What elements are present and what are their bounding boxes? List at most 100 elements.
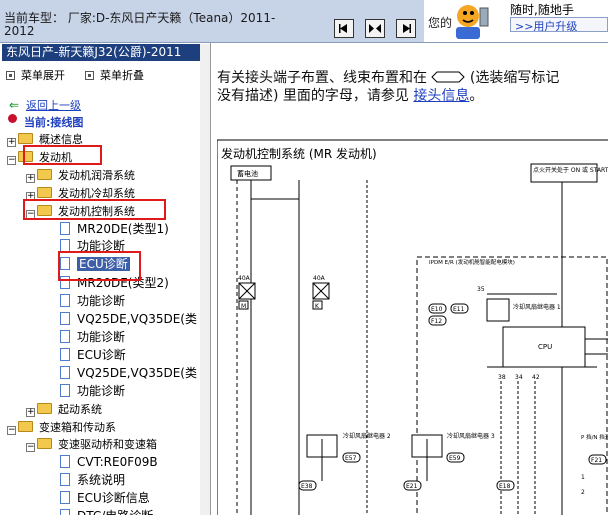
- mascot-icon: [456, 5, 489, 39]
- relay-3-label: 冷却风扇继电器 3: [447, 432, 495, 440]
- tree-item[interactable]: ECU诊断信息: [60, 490, 150, 507]
- tree-item-label: 变速箱和传动系: [39, 420, 116, 434]
- tree-item-label: CVT:RE0F09B: [77, 455, 158, 470]
- tree-item-label: ECU诊断: [77, 347, 126, 362]
- fuse-m-id: M: [241, 303, 246, 310]
- tree-item[interactable]: VQ25DE,VQ35DE(类: [60, 311, 197, 328]
- tree-item-label: 发动机润滑系统: [58, 168, 135, 182]
- info-text-end: 。: [469, 88, 484, 104]
- ignition-switch-label: 点火开关处于 ON 或 START 位置: [533, 166, 608, 174]
- expand-toggle-icon[interactable]: +: [26, 173, 35, 183]
- relay-3-text: 冷却风扇继电器 3: [447, 432, 495, 440]
- tree-item-label: 功能诊断: [77, 330, 126, 344]
- collapse-toggle-icon[interactable]: −: [26, 443, 35, 453]
- tree-item[interactable]: 功能诊断: [60, 329, 125, 346]
- vehicle-title: 东风日产-新天籁J32(公爵)-2011: [2, 44, 206, 61]
- tree-item[interactable]: VQ25DE,VQ35DE(类: [60, 365, 197, 382]
- document-icon: [60, 312, 70, 326]
- collapse-menu-button[interactable]: 菜单折叠: [85, 67, 144, 82]
- play-right-icon: [403, 24, 411, 33]
- expand-icon: [6, 71, 15, 80]
- tree-item[interactable]: ECU诊断: [60, 347, 126, 364]
- tree-item[interactable]: 功能诊断: [60, 293, 125, 310]
- tree-item[interactable]: DTC/电路诊断: [60, 508, 153, 515]
- document-icon: [60, 365, 70, 379]
- connector-info-link[interactable]: 接头信息: [413, 88, 469, 104]
- left-scrollbar[interactable]: [200, 44, 210, 515]
- back-up-link[interactable]: ⇐ 返回上一级: [9, 97, 81, 113]
- tree-item[interactable]: CVT:RE0F09B: [60, 454, 158, 471]
- back-arrow-icon: ⇐: [9, 98, 20, 112]
- collapse-toggle-icon[interactable]: −: [7, 425, 16, 435]
- tree-item[interactable]: 功能诊断: [60, 383, 125, 400]
- tree-item-label: MR20DE(类型1): [77, 221, 169, 236]
- tree-item[interactable]: − 变速驱动桥和变速箱: [26, 436, 157, 453]
- connector-e38-label: E38: [301, 483, 313, 490]
- ignition-switch-text: 点火开关处于 ON 或 START 位置: [533, 166, 608, 174]
- pin-35-label: 35: [477, 286, 485, 293]
- connector-f21-label: F21: [591, 457, 602, 464]
- expand-toggle-icon[interactable]: +: [7, 138, 16, 147]
- ipdm-label: IPDM E/R (发动机舱智能配电模块): [429, 258, 515, 266]
- tree-item-label: 变速驱动桥和变速箱: [58, 438, 157, 452]
- connector-e10-label: E10: [431, 306, 443, 313]
- folder-icon: [37, 402, 52, 414]
- relay-1-symbol: [486, 298, 510, 322]
- pn-switch-text: P 挡/N 挡开关: [581, 433, 608, 441]
- pin-38: 38: [498, 374, 506, 381]
- highlight-box-engine: [23, 145, 102, 165]
- current-location: 当前:接线图: [8, 114, 84, 130]
- relay-1-text: 冷却风扇继电器 1: [513, 303, 561, 311]
- user-upgrade-link[interactable]: >>用户升级: [510, 17, 608, 32]
- collapse-toggle-icon[interactable]: −: [7, 155, 16, 165]
- connector-e59-label: E59: [449, 455, 461, 462]
- collapse-menu-label: 菜单折叠: [100, 69, 144, 82]
- tree-item[interactable]: + 起动系统: [26, 401, 102, 418]
- folder-icon: [37, 438, 52, 450]
- document-icon: [60, 491, 70, 505]
- tree-item-label: 发动机冷却系统: [58, 186, 135, 200]
- tree-item[interactable]: MR20DE(类型1): [60, 221, 169, 238]
- current-car-model: 当前车型： 厂家:D-东风日产天籁（Teana）2011-2012: [4, 11, 276, 38]
- document-icon: [60, 509, 70, 515]
- fuse-k-rating: 40A: [313, 275, 326, 282]
- tree-item[interactable]: 系统说明: [60, 472, 125, 489]
- highlight-box-engine-control: [23, 199, 166, 220]
- connector-e18-label: E18: [499, 483, 511, 490]
- nav-forward-button[interactable]: [396, 19, 416, 38]
- tree-item[interactable]: + 发动机润滑系统: [26, 167, 135, 184]
- relay-1-label: 冷却风扇继电器 1: [513, 303, 561, 311]
- location-pin-icon: [8, 114, 17, 123]
- expand-menu-button[interactable]: 菜单展开: [6, 67, 65, 82]
- highlight-box-ecu: [58, 251, 141, 281]
- advertisement-banner[interactable]: 您的 随时,随地手 >>用户升级: [424, 0, 608, 42]
- current-location-label: 当前:接线图: [24, 116, 84, 129]
- document-icon: [60, 294, 70, 308]
- tree-item-label: 功能诊断: [77, 294, 126, 309]
- fuse-m-rating: 40A: [238, 275, 251, 282]
- left-navigation-panel: 东风日产-新天籁J32(公爵)-2011 菜单展开 菜单折叠 ⇐ 返回上一级 当…: [0, 43, 211, 515]
- expand-toggle-icon[interactable]: +: [26, 407, 35, 417]
- back-up-label: 返回上一级: [26, 99, 81, 112]
- tree-item[interactable]: − 变速箱和传动系: [7, 419, 116, 436]
- expand-menu-label: 菜单展开: [21, 69, 65, 82]
- pin-34: 34: [515, 374, 523, 381]
- pin-42: 42: [532, 374, 540, 381]
- cpu-label: CPU: [538, 343, 552, 351]
- battery-label: 蓄电池: [237, 169, 258, 178]
- pn-switch-label: P 挡/N 挡开关: [581, 433, 608, 441]
- double-arrow-icon: [369, 24, 381, 33]
- nav-double-button[interactable]: [365, 19, 385, 38]
- connector-e21-label: E21: [406, 483, 418, 490]
- connector-e11-label: E11: [453, 306, 465, 313]
- nav-back-button[interactable]: [334, 19, 354, 38]
- tree-item-label: DTC/电路诊断: [77, 509, 153, 515]
- folder-icon: [18, 420, 33, 432]
- connector-e57-label: E57: [345, 455, 357, 462]
- play-left-icon: [339, 24, 347, 33]
- option-hexagon-icon: [431, 71, 466, 83]
- folder-icon: [37, 168, 52, 180]
- tree-item-label: VQ25DE,VQ35DE(类: [77, 312, 197, 327]
- document-icon: [60, 383, 70, 397]
- tree-item-label: 系统说明: [77, 473, 126, 488]
